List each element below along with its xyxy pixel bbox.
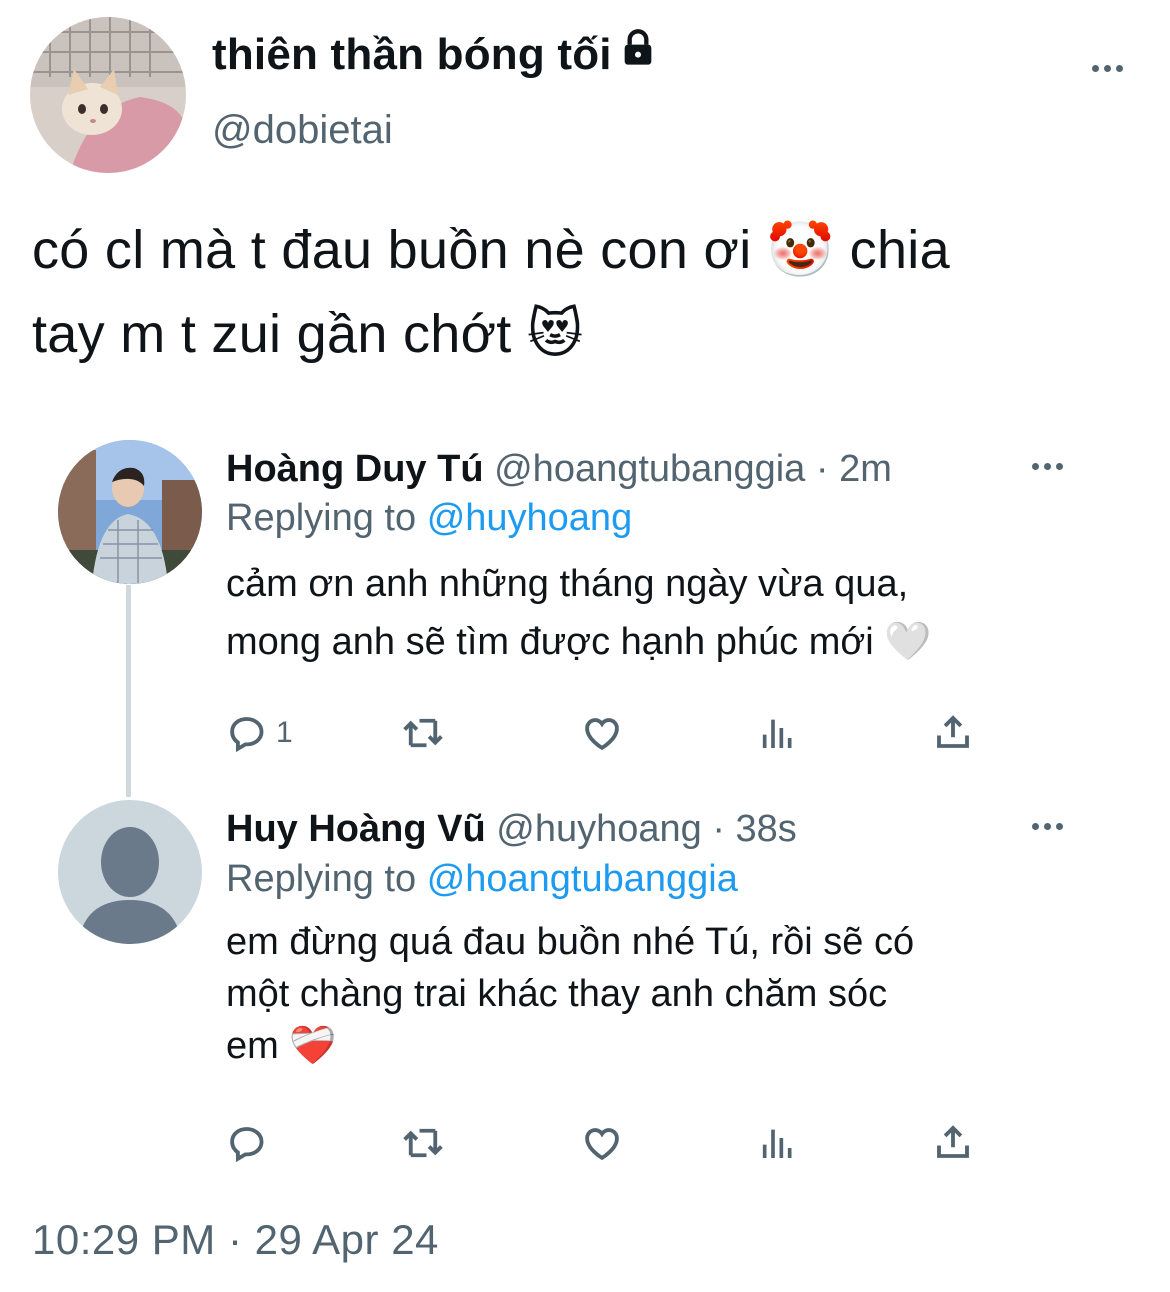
reply-1-line-1: cảm ơn anh những tháng ngày vừa qua, (226, 563, 909, 605)
author-display-name[interactable]: thiên thần bóng tối (212, 28, 658, 80)
views-icon (762, 719, 792, 748)
tweet-text: có cl mà t đau buồn nè con ơi 🤡 chia tay… (32, 208, 1132, 376)
reply-1-replying-to: Replying to @huyhoang (226, 497, 632, 540)
author-name-text: thiên thần bóng tối (212, 30, 612, 79)
reply-2-share-button[interactable] (932, 1120, 974, 1164)
author-avatar[interactable] (30, 17, 186, 173)
reply-2-mention[interactable]: @hoangtubanggia (427, 858, 738, 900)
reply-2-views-button[interactable] (758, 1122, 798, 1164)
reply-1-line-2: mong anh sẽ tìm được hạnh phúc mới 🤍 (226, 621, 932, 663)
tweet-text-line-1: có cl mà t đau buồn nè con ơi 🤡 chia (32, 220, 950, 280)
retweet-icon (403, 718, 443, 748)
reply-2-more-icon[interactable] (1022, 816, 1072, 836)
reply-2-replying-to: Replying to @hoangtubanggia (226, 858, 738, 901)
reply-icon (230, 717, 264, 753)
reply-2-retweet-button[interactable] (400, 1122, 446, 1164)
reply-1-avatar[interactable] (58, 440, 202, 584)
reply-2-handle[interactable]: @huyhoang (496, 808, 702, 850)
tweet-more-icon[interactable] (1082, 58, 1132, 78)
reply-1-header: Hoàng Duy Tú @hoangtubanggia · 2m (226, 448, 892, 491)
reply-1-text: cảm ơn anh những tháng ngày vừa qua, mon… (226, 555, 1056, 671)
reply-1-retweet-button[interactable] (400, 712, 446, 754)
share-icon (937, 1125, 969, 1158)
reply-2-header: Huy Hoàng Vũ @huyhoang · 38s (226, 808, 797, 851)
reply-1-views-button[interactable] (758, 712, 798, 754)
replying-prefix: Replying to (226, 858, 417, 900)
like-icon (585, 718, 619, 751)
reply-2-reply-button[interactable] (226, 1122, 276, 1164)
reply-1-name[interactable]: Hoàng Duy Tú (226, 448, 484, 490)
tweet-text-line-2: tay m t zui gần chớt 😻 (32, 304, 584, 364)
reply-2-line-1: em đừng quá đau buồn nhé Tú, rồi sẽ có (226, 921, 915, 963)
reply-icon (230, 1127, 264, 1163)
replying-prefix: Replying to (226, 497, 417, 539)
author-handle[interactable]: @dobietai (212, 108, 393, 153)
share-icon (937, 715, 969, 748)
reply-2-like-button[interactable] (580, 1122, 624, 1164)
tweet-timestamp[interactable]: 10:29 PM · 29 Apr 24 (32, 1216, 439, 1264)
reply-1-like-button[interactable] (580, 712, 624, 754)
reply-1-handle[interactable]: @hoangtubanggia (494, 448, 805, 490)
like-icon (585, 1128, 619, 1161)
reply-1-share-button[interactable] (932, 710, 974, 754)
reply-2-time[interactable]: · 38s (712, 808, 796, 850)
reply-2-avatar[interactable] (58, 800, 202, 944)
lock-icon (618, 28, 658, 79)
reply-1-more-icon[interactable] (1022, 456, 1072, 476)
retweet-icon (403, 1128, 443, 1158)
reply-2-line-3: em ❤️‍🩹 (226, 1025, 337, 1067)
reply-2-line-2: một chàng trai khác thay anh chăm sóc (226, 973, 888, 1015)
reply-2-text: em đừng quá đau buồn nhé Tú, rồi sẽ có m… (226, 916, 1056, 1072)
reply-1-mention[interactable]: @huyhoang (427, 497, 633, 539)
reply-2-name[interactable]: Huy Hoàng Vũ (226, 808, 486, 850)
reply-1-reply-button[interactable]: 1 (226, 712, 293, 754)
reply-1-time[interactable]: · 2m (816, 448, 892, 490)
views-icon (762, 1129, 792, 1158)
reply-1-reply-count: 1 (276, 716, 293, 749)
thread-connector-line (126, 585, 131, 797)
